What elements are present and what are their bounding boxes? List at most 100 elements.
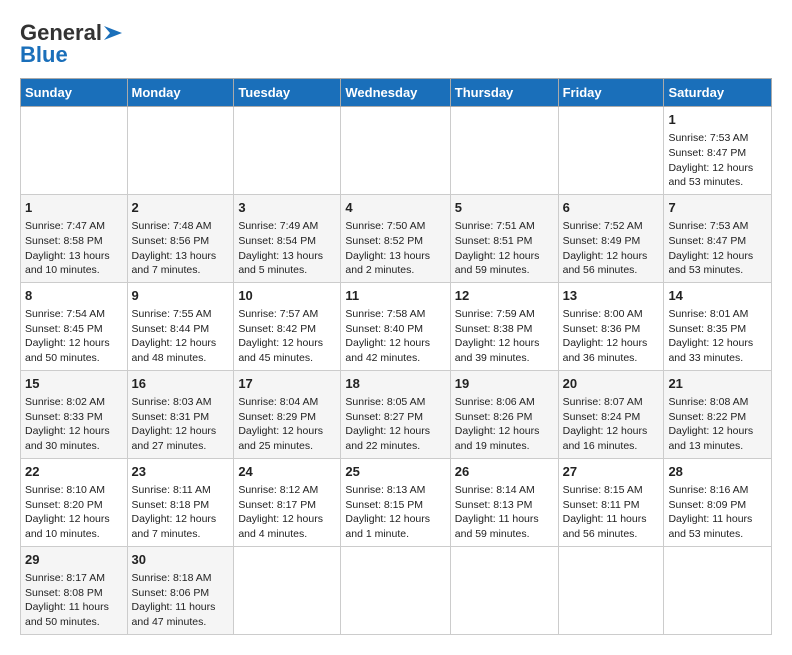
sunrise-text: Sunrise: 7:58 AM	[345, 307, 445, 322]
logo-blue: Blue	[20, 42, 68, 68]
day-number: 16	[132, 375, 230, 393]
daylight-text: Daylight: 12 hours and 1 minute.	[345, 512, 445, 541]
sunset-text: Sunset: 8:42 PM	[238, 322, 336, 337]
daylight-text: Daylight: 13 hours and 5 minutes.	[238, 249, 336, 278]
calendar-cell: 6Sunrise: 7:52 AMSunset: 8:49 PMDaylight…	[558, 194, 664, 282]
calendar-cell: 30Sunrise: 8:18 AMSunset: 8:06 PMDayligh…	[127, 546, 234, 634]
calendar-cell: 1Sunrise: 7:47 AMSunset: 8:58 PMDaylight…	[21, 194, 128, 282]
sunrise-text: Sunrise: 8:06 AM	[455, 395, 554, 410]
day-number: 9	[132, 287, 230, 305]
day-number: 24	[238, 463, 336, 481]
calendar-week-row: 1Sunrise: 7:47 AMSunset: 8:58 PMDaylight…	[21, 194, 772, 282]
day-number: 11	[345, 287, 445, 305]
sunset-text: Sunset: 8:31 PM	[132, 410, 230, 425]
calendar-cell: 3Sunrise: 7:49 AMSunset: 8:54 PMDaylight…	[234, 194, 341, 282]
sunset-text: Sunset: 8:08 PM	[25, 586, 123, 601]
sunrise-text: Sunrise: 8:10 AM	[25, 483, 123, 498]
calendar-week-row: 15Sunrise: 8:02 AMSunset: 8:33 PMDayligh…	[21, 370, 772, 458]
calendar-cell: 25Sunrise: 8:13 AMSunset: 8:15 PMDayligh…	[341, 458, 450, 546]
sunset-text: Sunset: 8:17 PM	[238, 498, 336, 513]
calendar-cell: 23Sunrise: 8:11 AMSunset: 8:18 PMDayligh…	[127, 458, 234, 546]
daylight-text: Daylight: 12 hours and 22 minutes.	[345, 424, 445, 453]
daylight-text: Daylight: 12 hours and 53 minutes.	[668, 161, 767, 190]
sunset-text: Sunset: 8:47 PM	[668, 234, 767, 249]
calendar-cell: 29Sunrise: 8:17 AMSunset: 8:08 PMDayligh…	[21, 546, 128, 634]
calendar-day-header: Saturday	[664, 79, 772, 107]
sunset-text: Sunset: 8:27 PM	[345, 410, 445, 425]
day-number: 23	[132, 463, 230, 481]
calendar-cell	[21, 107, 128, 195]
sunset-text: Sunset: 8:56 PM	[132, 234, 230, 249]
sunset-text: Sunset: 8:09 PM	[668, 498, 767, 513]
calendar-cell	[664, 546, 772, 634]
calendar-day-header: Thursday	[450, 79, 558, 107]
calendar-cell: 26Sunrise: 8:14 AMSunset: 8:13 PMDayligh…	[450, 458, 558, 546]
calendar-cell	[450, 546, 558, 634]
daylight-text: Daylight: 11 hours and 59 minutes.	[455, 512, 554, 541]
daylight-text: Daylight: 11 hours and 56 minutes.	[563, 512, 660, 541]
sunrise-text: Sunrise: 8:14 AM	[455, 483, 554, 498]
calendar-day-header: Tuesday	[234, 79, 341, 107]
sunrise-text: Sunrise: 7:59 AM	[455, 307, 554, 322]
calendar-table: SundayMondayTuesdayWednesdayThursdayFrid…	[20, 78, 772, 635]
sunrise-text: Sunrise: 8:07 AM	[563, 395, 660, 410]
day-number: 7	[668, 199, 767, 217]
calendar-cell: 12Sunrise: 7:59 AMSunset: 8:38 PMDayligh…	[450, 282, 558, 370]
daylight-text: Daylight: 12 hours and 39 minutes.	[455, 336, 554, 365]
day-number: 1	[25, 199, 123, 217]
calendar-cell	[341, 107, 450, 195]
sunrise-text: Sunrise: 8:03 AM	[132, 395, 230, 410]
day-number: 29	[25, 551, 123, 569]
sunrise-text: Sunrise: 8:15 AM	[563, 483, 660, 498]
daylight-text: Daylight: 12 hours and 13 minutes.	[668, 424, 767, 453]
sunrise-text: Sunrise: 7:53 AM	[668, 131, 767, 146]
sunrise-text: Sunrise: 8:17 AM	[25, 571, 123, 586]
sunrise-text: Sunrise: 7:52 AM	[563, 219, 660, 234]
day-number: 5	[455, 199, 554, 217]
sunrise-text: Sunrise: 7:50 AM	[345, 219, 445, 234]
sunset-text: Sunset: 8:47 PM	[668, 146, 767, 161]
sunrise-text: Sunrise: 7:47 AM	[25, 219, 123, 234]
calendar-week-row: 22Sunrise: 8:10 AMSunset: 8:20 PMDayligh…	[21, 458, 772, 546]
daylight-text: Daylight: 13 hours and 7 minutes.	[132, 249, 230, 278]
sunrise-text: Sunrise: 8:11 AM	[132, 483, 230, 498]
calendar-cell: 17Sunrise: 8:04 AMSunset: 8:29 PMDayligh…	[234, 370, 341, 458]
sunrise-text: Sunrise: 7:54 AM	[25, 307, 123, 322]
calendar-day-header: Monday	[127, 79, 234, 107]
daylight-text: Daylight: 12 hours and 10 minutes.	[25, 512, 123, 541]
day-number: 25	[345, 463, 445, 481]
daylight-text: Daylight: 12 hours and 45 minutes.	[238, 336, 336, 365]
daylight-text: Daylight: 12 hours and 16 minutes.	[563, 424, 660, 453]
sunset-text: Sunset: 8:38 PM	[455, 322, 554, 337]
calendar-week-row: 8Sunrise: 7:54 AMSunset: 8:45 PMDaylight…	[21, 282, 772, 370]
sunset-text: Sunset: 8:52 PM	[345, 234, 445, 249]
day-number: 1	[668, 111, 767, 129]
sunset-text: Sunset: 8:18 PM	[132, 498, 230, 513]
calendar-cell: 8Sunrise: 7:54 AMSunset: 8:45 PMDaylight…	[21, 282, 128, 370]
sunset-text: Sunset: 8:20 PM	[25, 498, 123, 513]
calendar-cell	[558, 107, 664, 195]
sunrise-text: Sunrise: 7:49 AM	[238, 219, 336, 234]
sunset-text: Sunset: 8:49 PM	[563, 234, 660, 249]
calendar-cell: 28Sunrise: 8:16 AMSunset: 8:09 PMDayligh…	[664, 458, 772, 546]
sunrise-text: Sunrise: 8:05 AM	[345, 395, 445, 410]
calendar-cell: 27Sunrise: 8:15 AMSunset: 8:11 PMDayligh…	[558, 458, 664, 546]
calendar-week-row: 1 Sunrise: 7:53 AMSunset: 8:47 PMDaylight…	[21, 107, 772, 195]
daylight-text: Daylight: 12 hours and 19 minutes.	[455, 424, 554, 453]
day-number: 4	[345, 199, 445, 217]
calendar-cell: 11Sunrise: 7:58 AMSunset: 8:40 PMDayligh…	[341, 282, 450, 370]
sunrise-text: Sunrise: 7:48 AM	[132, 219, 230, 234]
calendar-cell: 1 Sunrise: 7:53 AMSunset: 8:47 PMDaylight…	[664, 107, 772, 195]
calendar-cell: 7Sunrise: 7:53 AMSunset: 8:47 PMDaylight…	[664, 194, 772, 282]
sunset-text: Sunset: 8:13 PM	[455, 498, 554, 513]
calendar-cell: 15Sunrise: 8:02 AMSunset: 8:33 PMDayligh…	[21, 370, 128, 458]
calendar-cell	[450, 107, 558, 195]
day-number: 10	[238, 287, 336, 305]
sunset-text: Sunset: 8:22 PM	[668, 410, 767, 425]
sunset-text: Sunset: 8:06 PM	[132, 586, 230, 601]
sunset-text: Sunset: 8:44 PM	[132, 322, 230, 337]
sunset-text: Sunset: 8:36 PM	[563, 322, 660, 337]
daylight-text: Daylight: 12 hours and 53 minutes.	[668, 249, 767, 278]
sunrise-text: Sunrise: 8:02 AM	[25, 395, 123, 410]
day-number: 18	[345, 375, 445, 393]
